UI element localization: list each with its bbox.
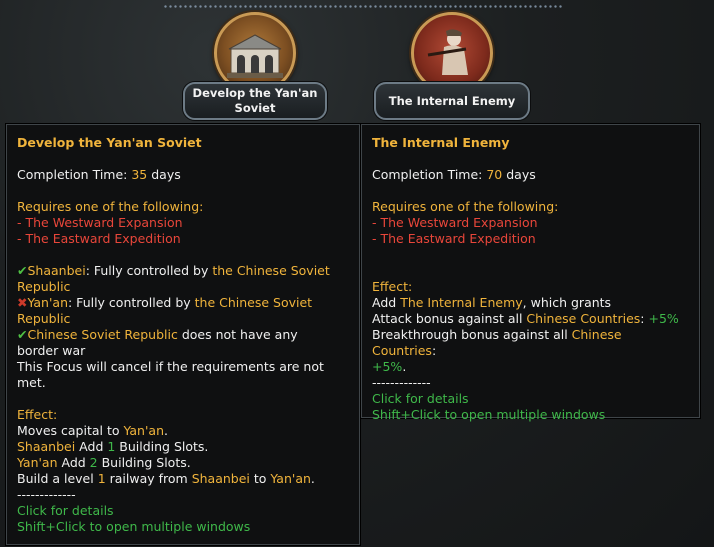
tooltip-title: The Internal Enemy xyxy=(372,135,510,150)
cancel-note-cont: met. xyxy=(17,375,46,390)
effect-breakthrough-value: +5%. xyxy=(372,359,407,374)
focus-label: The Internal Enemy xyxy=(388,93,516,108)
effect-add-idea: Add The Internal Enemy, which grants xyxy=(372,295,612,310)
effect-railway: Build a level 1 railway from Shaanbei to… xyxy=(17,471,315,486)
cross-icon: ✖ xyxy=(17,295,28,310)
condition-border-war: ✔Chinese Soviet Republic does not have a… xyxy=(17,327,298,342)
separator: ------------- xyxy=(372,375,431,390)
effect-capital: Moves capital to Yan'an. xyxy=(17,423,168,438)
condition-shaanbei: ✔Shaanbei: Fully controlled by the Chine… xyxy=(17,263,330,278)
effect-breakthrough-bonus: Breakthrough bonus against all Chinese C… xyxy=(372,327,626,358)
focus-connector-line xyxy=(163,5,563,8)
focus-tooltip-internal-enemy: The Internal Enemy Completion Time: 70 d… xyxy=(361,124,700,422)
effect-yanan-slots: Yan'an Add 2 Building Slots. xyxy=(17,455,191,470)
check-icon: ✔ xyxy=(17,327,28,342)
condition-shaanbei-cont: Republic xyxy=(17,279,71,294)
requirement-item: - The Westward Expansion xyxy=(17,215,183,230)
requirement-item: - The Eastward Expedition xyxy=(17,231,181,246)
cancel-note: This Focus will cancel if the requiremen… xyxy=(17,359,324,374)
completion-time: Completion Time: 35 days xyxy=(17,167,181,182)
effect-attack-bonus: Attack bonus against all Chinese Countri… xyxy=(372,311,679,326)
condition-yanan-cont: Republic xyxy=(17,311,71,326)
completion-time: Completion Time: 70 days xyxy=(372,167,536,182)
focus-node-internal-enemy[interactable]: The Internal Enemy xyxy=(372,12,532,122)
focus-label-plate: Develop the Yan'an Soviet xyxy=(183,82,327,120)
focus-label-line1: Develop the Yan'an xyxy=(192,86,318,100)
shift-click-hint: Shift+Click to open multiple windows xyxy=(372,407,606,422)
effect-label: Effect: xyxy=(372,279,413,294)
condition-border-war-cont: border war xyxy=(17,343,86,358)
check-icon: ✔ xyxy=(17,263,28,278)
requires-label: Requires one of the following: xyxy=(372,199,559,214)
shift-click-hint: Shift+Click to open multiple windows xyxy=(17,519,251,534)
condition-yanan: ✖Yan'an: Fully controlled by the Chinese… xyxy=(17,295,313,310)
focus-label-plate: The Internal Enemy xyxy=(374,82,530,120)
focus-tooltip-develop-yanan: Develop the Yan'an Soviet Completion Tim… xyxy=(6,124,360,545)
click-details-hint: Click for details xyxy=(17,503,114,518)
tooltip-title: Develop the Yan'an Soviet xyxy=(17,135,202,150)
requirement-item: - The Westward Expansion xyxy=(372,215,538,230)
requires-label: Requires one of the following: xyxy=(17,199,204,214)
separator: ------------- xyxy=(17,487,76,502)
requirement-item: - The Eastward Expedition xyxy=(372,231,536,246)
click-details-hint: Click for details xyxy=(372,391,469,406)
focus-node-develop-yanan[interactable]: Develop the Yan'an Soviet xyxy=(180,12,330,122)
effect-shaanbei-slots: Shaanbei Add 1 Building Slots. xyxy=(17,439,209,454)
effect-label: Effect: xyxy=(17,407,58,422)
focus-label-line2: Soviet xyxy=(234,101,276,115)
